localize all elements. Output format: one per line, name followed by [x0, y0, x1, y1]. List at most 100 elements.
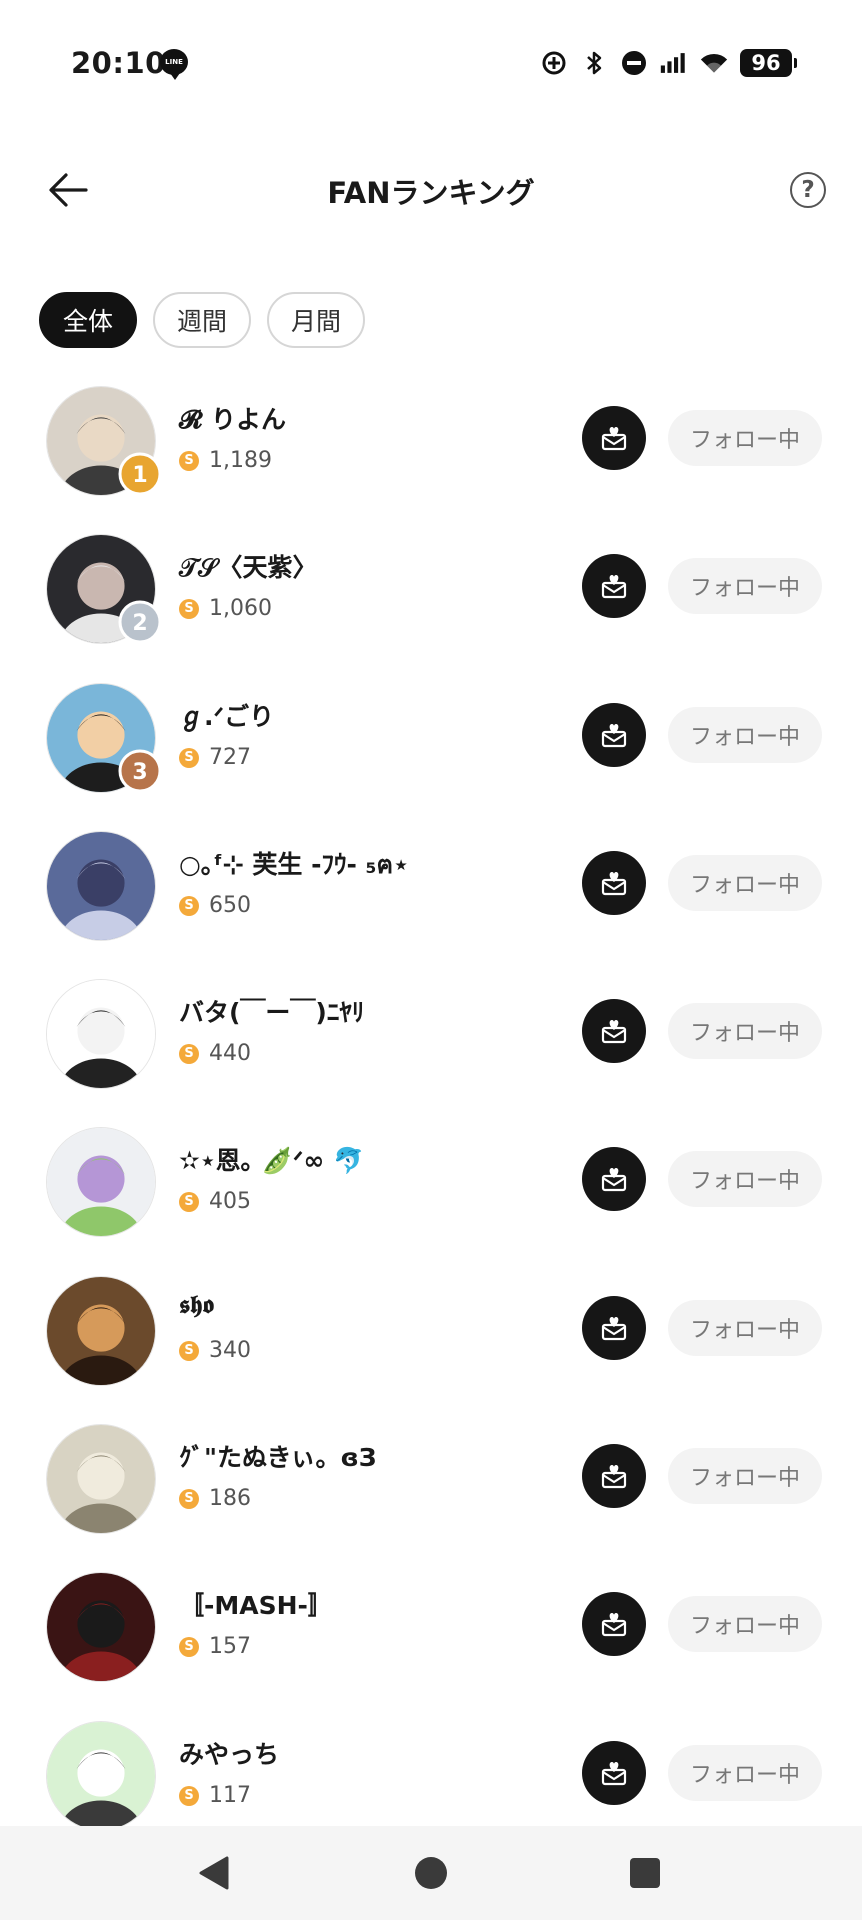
coin-count: S 157: [179, 1634, 251, 1659]
ranking-row[interactable]: ｸﾞ"たぬきぃ。ɞЗ S 186 フォロー中: [0, 1416, 862, 1564]
coin-count: S 650: [179, 893, 251, 918]
ranking-row[interactable]: 𝖘𝖍𝖔 S 340 フォロー中: [0, 1268, 862, 1416]
send-gift-button[interactable]: [582, 1296, 646, 1360]
coin-count: S 727: [179, 745, 251, 770]
wifi-icon: [700, 49, 728, 77]
following-button[interactable]: フォロー中: [668, 855, 822, 911]
ranking-row[interactable]: 1 𝓡 りよん S 1,189 フォロー中: [0, 378, 862, 526]
tab-all[interactable]: 全体: [39, 292, 138, 348]
status-icons: 96: [540, 48, 797, 78]
dnd-icon: [620, 49, 648, 77]
heart-letter-icon: [601, 427, 627, 451]
period-filter-tabs: 全体 週間 月間: [39, 292, 366, 348]
back-triangle-icon: [199, 1856, 229, 1890]
bluetooth-icon: [580, 49, 608, 77]
user-name: 𝓡 りよん: [179, 405, 287, 434]
app-header: FANランキング ?: [0, 150, 862, 230]
coin-count: S 186: [179, 1486, 251, 1511]
send-gift-button[interactable]: [582, 1741, 646, 1805]
help-button[interactable]: ?: [790, 172, 826, 208]
coin-value: 117: [209, 1783, 251, 1808]
coin-count: S 117: [179, 1783, 251, 1808]
heart-letter-icon: [601, 1020, 627, 1044]
coin-icon: S: [179, 1043, 199, 1064]
battery-icon: 96: [740, 49, 797, 77]
ranking-row[interactable]: ✫⋆恩｡ 🫛ᐟ∞ 🐬 S 405 フォロー中: [0, 1119, 862, 1267]
user-avatar[interactable]: [46, 979, 156, 1089]
send-gift-button[interactable]: [582, 999, 646, 1063]
coin-icon: S: [179, 895, 199, 916]
following-button[interactable]: フォロー中: [668, 1745, 822, 1801]
coin-icon: S: [179, 1191, 199, 1212]
ranking-row[interactable]: 3 ℊ.ᐟごり S 727 フォロー中: [0, 675, 862, 823]
send-gift-button[interactable]: [582, 554, 646, 618]
svg-text:1: 1: [132, 463, 147, 488]
nav-recents-button[interactable]: [620, 1848, 670, 1898]
tab-weekly[interactable]: 週間: [153, 292, 252, 348]
nav-home-button[interactable]: [406, 1848, 456, 1898]
following-button[interactable]: フォロー中: [668, 1151, 822, 1207]
coin-value: 727: [209, 745, 251, 770]
user-avatar[interactable]: [46, 1721, 156, 1831]
svg-text:3: 3: [132, 760, 147, 785]
send-gift-button[interactable]: [582, 851, 646, 915]
coin-icon: S: [179, 450, 199, 471]
coin-count: S 1,060: [179, 596, 272, 621]
ranking-row[interactable]: ○｡ᶠ⊹ 芙生 -ﾌｳ- ₅ฅ⋆ S 650 フォロー中: [0, 823, 862, 971]
user-avatar[interactable]: [46, 1127, 156, 1237]
location-icon: [540, 49, 568, 77]
following-button[interactable]: フォロー中: [668, 1448, 822, 1504]
user-name: ✫⋆恩｡ 🫛ᐟ∞ 🐬: [179, 1146, 365, 1175]
system-nav-bar: [0, 1826, 862, 1920]
user-avatar[interactable]: [46, 831, 156, 941]
nav-back-button[interactable]: [190, 1848, 240, 1898]
heart-letter-icon: [601, 724, 627, 748]
heart-letter-icon: [601, 872, 627, 896]
following-button[interactable]: フォロー中: [668, 707, 822, 763]
user-name: 〚-MASH-〛: [179, 1591, 333, 1620]
line-app-icon: LINE: [160, 49, 188, 80]
ranking-row[interactable]: 〚-MASH-〛 S 157 フォロー中: [0, 1564, 862, 1712]
heart-letter-icon: [601, 1613, 627, 1637]
following-button[interactable]: フォロー中: [668, 1300, 822, 1356]
coin-count: S 340: [179, 1338, 251, 1363]
coin-value: 340: [209, 1338, 251, 1363]
coin-icon: S: [179, 1488, 199, 1509]
heart-letter-icon: [601, 1317, 627, 1341]
svg-text:2: 2: [132, 611, 147, 636]
send-gift-button[interactable]: [582, 1147, 646, 1211]
user-name: 𝖘𝖍𝖔: [179, 1290, 214, 1319]
coin-icon: S: [179, 1340, 199, 1361]
send-gift-button[interactable]: [582, 1592, 646, 1656]
coin-value: 1,060: [209, 596, 272, 621]
coin-value: 157: [209, 1634, 251, 1659]
heart-letter-icon: [601, 575, 627, 599]
coin-count: S 1,189: [179, 448, 272, 473]
coin-icon: S: [179, 598, 199, 619]
user-avatar[interactable]: [46, 1572, 156, 1682]
coin-value: 1,189: [209, 448, 272, 473]
status-time: 20:10: [71, 46, 166, 80]
signal-icon: [660, 49, 688, 77]
coin-icon: S: [179, 1636, 199, 1657]
home-circle-icon: [415, 1857, 447, 1889]
coin-count: S 405: [179, 1189, 251, 1214]
send-gift-button[interactable]: [582, 406, 646, 470]
tab-monthly[interactable]: 月間: [267, 292, 366, 348]
user-avatar[interactable]: [46, 1276, 156, 1386]
send-gift-button[interactable]: [582, 703, 646, 767]
user-avatar[interactable]: [46, 1424, 156, 1534]
coin-value: 440: [209, 1041, 251, 1066]
coin-count: S 440: [179, 1041, 251, 1066]
following-button[interactable]: フォロー中: [668, 558, 822, 614]
ranking-row[interactable]: 2 𝒯𝒮〈天紫〉 S 1,060 フォロー中: [0, 526, 862, 674]
status-bar: 20:10 LINE 96: [0, 0, 862, 128]
following-button[interactable]: フォロー中: [668, 1596, 822, 1652]
ranking-row[interactable]: バタ(￣ー￣)ﾆﾔﾘ S 440 フォロー中: [0, 971, 862, 1119]
following-button[interactable]: フォロー中: [668, 1003, 822, 1059]
following-button[interactable]: フォロー中: [668, 410, 822, 466]
send-gift-button[interactable]: [582, 1444, 646, 1508]
heart-letter-icon: [601, 1465, 627, 1489]
coin-icon: S: [179, 747, 199, 768]
recents-square-icon: [630, 1858, 660, 1888]
